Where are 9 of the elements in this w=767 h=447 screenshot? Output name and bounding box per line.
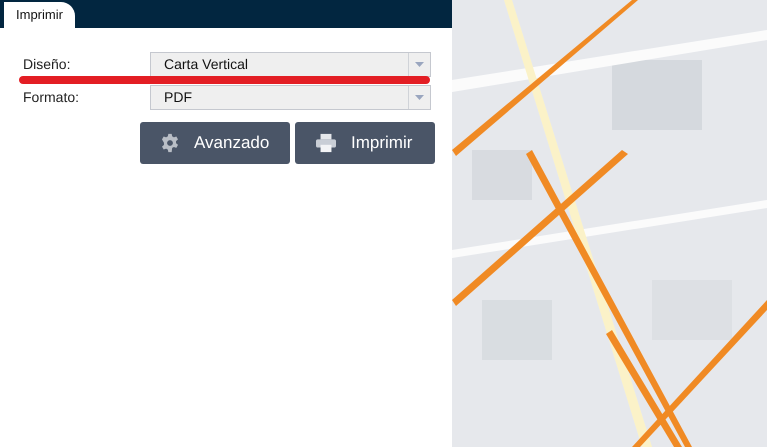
dropdown[interactable]: Carta Vertical: [150, 52, 431, 77]
gear-icon: [160, 133, 180, 153]
field-label: Diseño:: [23, 55, 72, 74]
dropdown[interactable]: PDF: [150, 85, 431, 110]
tab[interactable]: Imprimir: [4, 2, 75, 28]
advanced-button[interactable]: Avanzado: [140, 122, 290, 164]
field-label: Formato:: [23, 88, 80, 107]
printer-icon: [315, 133, 337, 153]
print-button[interactable]: Imprimir: [295, 122, 435, 164]
